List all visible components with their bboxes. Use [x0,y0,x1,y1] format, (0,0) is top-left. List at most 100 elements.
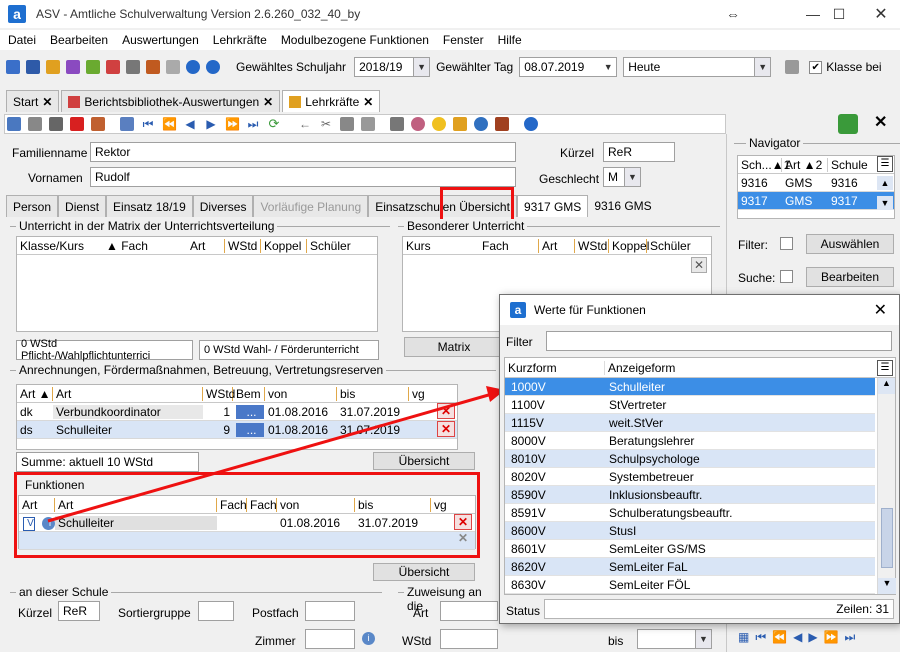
col-art-name[interactable]: Art [55,497,217,512]
sortiergruppe-input[interactable] [198,601,234,621]
tab-9317-gms[interactable]: 9317 GMS [516,195,589,217]
tab-lehrkraefte[interactable]: Lehrkräfte ✕ [282,90,381,112]
col-fach[interactable]: ▲ Fach [103,238,187,253]
report-icon[interactable] [106,60,120,74]
table-row[interactable]: ds Schulleiter 9 ... 01.08.2016 31.07.20… [17,421,457,439]
col-von[interactable]: von [265,386,337,401]
back-arrow-icon[interactable]: ← [298,117,312,131]
tab-einsatz[interactable]: Einsatz 18/19 [106,195,193,217]
help-icon[interactable] [206,60,220,74]
calendar-icon[interactable] [146,60,160,74]
col-bem[interactable]: Bem [233,386,265,401]
col-anzeigeform[interactable]: Anzeigeform [605,361,875,375]
course-icon[interactable] [86,60,100,74]
col-vg[interactable]: vg [431,498,453,512]
col-wstd[interactable]: WStd [575,238,609,253]
column-chooser-icon[interactable]: ☰ [877,360,893,376]
lightning-icon[interactable] [166,60,180,74]
delete-row-icon[interactable]: ✕ [454,514,472,530]
navigator-refresh-icon[interactable] [838,114,858,134]
col-schule[interactable]: Schule [828,158,868,172]
list-item[interactable]: 8000V Beratungslehrer [505,432,875,450]
tab-9316-gms[interactable]: 9316 GMS [588,195,657,217]
col-vg[interactable]: vg [409,387,433,401]
geschlecht-select[interactable]: M ▼ [603,167,641,187]
navigator-row[interactable]: 9316 GMS 9316 [738,174,894,192]
list-item[interactable]: 1100V StVertreter [505,396,875,414]
dialog-scrollbar[interactable]: ▲ ▼ [877,378,896,594]
filter-checkbox[interactable] [780,237,793,250]
menu-bearbeiten[interactable]: Bearbeiten [50,33,108,47]
col-art-name[interactable]: Art [53,386,203,401]
bem-button[interactable]: ... [236,422,264,437]
col-art[interactable]: Art [187,238,225,253]
list-item[interactable]: 8020V Systembetreuer [505,468,875,486]
info-icon[interactable]: i [362,632,375,645]
list-item[interactable]: 8591V Schulberatungsbeauftr. [505,504,875,522]
prev-page-icon[interactable]: ⏪ [162,117,177,131]
col-von[interactable]: von [277,497,355,512]
prev-page-icon[interactable]: ⏪ [772,630,787,646]
schuljahr-select[interactable]: 2018/19 ▼ [354,57,431,77]
matrix-button[interactable]: Matrix [404,337,504,357]
scroll-thumb[interactable] [881,508,893,568]
tag-date-field[interactable]: 08.07.2019 ▼ [519,57,618,77]
tab-start[interactable]: Start ✕ [6,90,60,112]
table-row-empty[interactable] [19,532,475,550]
close-button[interactable]: ✕ [858,0,900,28]
list-item[interactable]: 1115V weit.StVer [505,414,875,432]
email-icon[interactable] [91,117,105,131]
menu-fenster[interactable]: Fenster [443,33,484,47]
teacher-icon[interactable] [46,60,60,74]
tab-berichtsbibliothek[interactable]: Berichtsbibliothek-Auswertungen ✕ [61,90,281,112]
postfach-input[interactable] [305,601,355,621]
last-icon[interactable]: ⏭ [845,630,856,646]
kuerzel-input[interactable]: ReR [603,142,675,162]
list-item[interactable]: 8010V Schulpsychologe [505,450,875,468]
info-icon[interactable]: i [42,517,55,530]
menu-lehrkraefte[interactable]: Lehrkräfte [213,33,267,47]
menu-modulbezogene[interactable]: Modulbezogene Funktionen [281,33,429,47]
bearbeiten-button[interactable]: Bearbeiten [806,267,894,287]
scroll-up-icon[interactable]: ▲ [878,378,895,394]
uebersicht-button[interactable]: Übersicht [373,452,475,470]
art-code-field[interactable]: V [23,516,35,531]
dialog-close-icon[interactable]: ✕ [874,300,887,320]
col-koppel[interactable]: Koppel [261,238,307,253]
scissors-icon[interactable]: ✂ [319,117,333,131]
info-icon[interactable] [186,60,200,74]
list-item[interactable]: 8590V Inklusionsbeauftr. [505,486,875,504]
familienname-input[interactable]: Rektor [90,142,516,162]
menu-hilfe[interactable]: Hilfe [498,33,522,47]
col-koppel[interactable]: Koppel [609,238,649,253]
delete-row-icon[interactable]: ✕ [437,421,455,437]
col-klasse-kurs[interactable]: Klasse/Kurs [17,238,103,253]
first-icon[interactable]: ⏮ [141,117,155,131]
navigator-row-selected[interactable]: 9317 GMS 9317 [738,192,894,210]
col-fach[interactable]: Fach [479,238,539,253]
printer-icon[interactable] [126,60,140,74]
people-icon[interactable] [6,60,20,74]
help-icon[interactable] [524,117,538,131]
bem-button[interactable]: ... [236,404,264,419]
next-page-icon[interactable]: ⏩ [824,630,839,646]
col-sch[interactable]: Sch...▲1 [738,157,790,172]
pencil-icon[interactable] [453,117,467,131]
last-icon[interactable]: ⏭ [246,117,260,131]
col-wstd[interactable]: WStd [225,238,261,253]
delete-icon[interactable] [70,117,84,131]
maximize-button[interactable]: ☐ [816,0,862,28]
col-bis[interactable]: bis [355,497,431,512]
col-art[interactable]: Art ▲2 [782,157,828,172]
resize-icon[interactable]: ⇔ [710,0,756,28]
dialog-filter-input[interactable] [546,331,892,351]
col-bis[interactable]: bis [337,386,409,401]
bus-icon[interactable] [26,60,40,74]
zuweisung-art-select[interactable] [440,601,498,621]
refresh-icon[interactable]: ⟳ [267,117,281,131]
print-icon[interactable] [390,117,404,131]
menu-datei[interactable]: Datei [8,33,36,47]
delete-x-icon[interactable]: ✕ [691,257,707,273]
photo-icon[interactable] [495,117,509,131]
paste-icon[interactable] [340,117,354,131]
